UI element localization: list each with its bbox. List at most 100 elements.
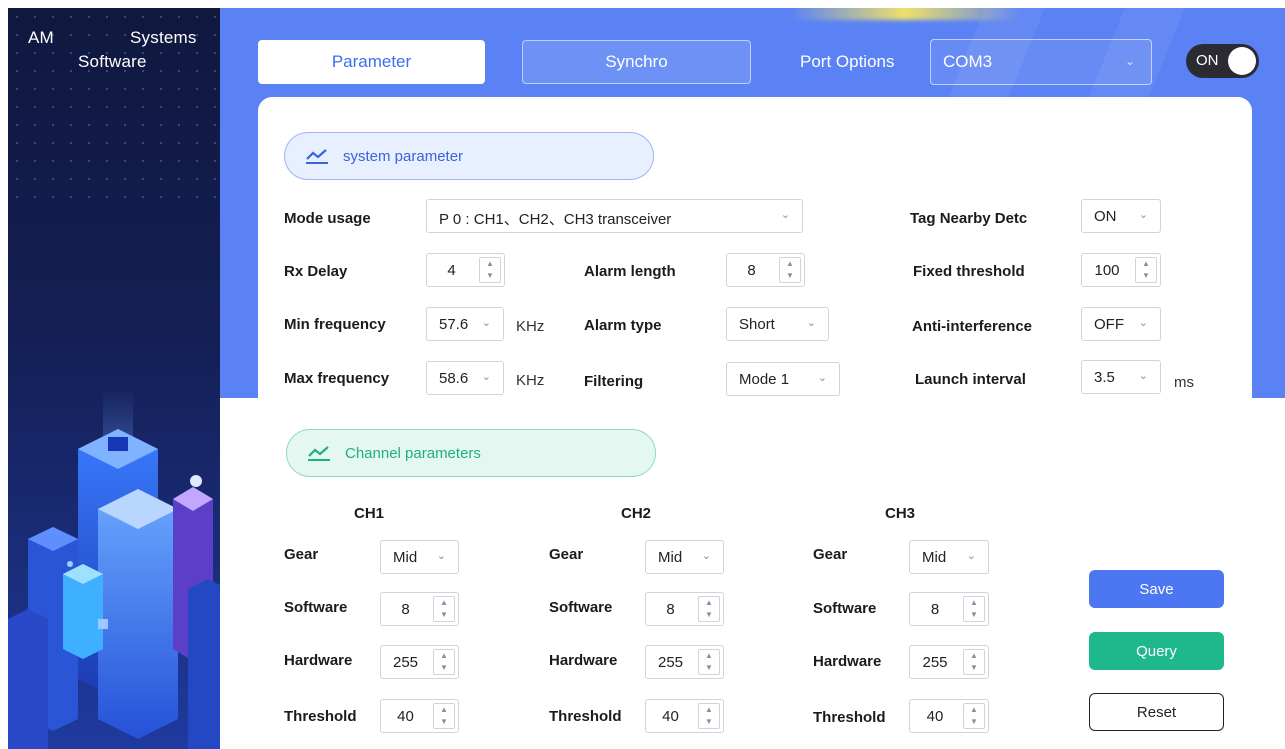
power-toggle[interactable]: ON	[1186, 44, 1259, 78]
spin-arrows-icon[interactable]: ▲ ▼	[433, 596, 455, 622]
chevron-down-icon: ⌄	[436, 550, 446, 562]
sidebar: AM Systems Software	[8, 8, 220, 749]
ch1-heading: CH1	[354, 505, 385, 522]
tag-nearby-select[interactable]: ON ⌄	[1081, 199, 1161, 233]
spin-arrows-icon[interactable]: ▲ ▼	[779, 257, 801, 283]
launch-interval-select[interactable]: 3.5 ⌄	[1081, 360, 1161, 394]
ch1-gear-select[interactable]: Mid ⌄	[380, 540, 459, 574]
ch3-software-stepper[interactable]: 8 ▲ ▼	[909, 592, 989, 626]
tab-parameter[interactable]: Parameter	[258, 40, 485, 84]
alarm-type-select[interactable]: Short ⌄	[726, 307, 829, 341]
min-frequency-select[interactable]: 57.6 ⌄	[426, 307, 504, 341]
trend-icon	[308, 446, 330, 461]
chevron-down-icon: ⌄	[481, 371, 491, 383]
filtering-label: Filtering	[584, 373, 644, 390]
ch3-hardware-stepper[interactable]: 255 ▲ ▼	[909, 645, 989, 679]
launch-interval-label: Launch interval	[915, 371, 1026, 388]
fixed-threshold-stepper[interactable]: 100 ▲ ▼	[1081, 253, 1161, 287]
spin-arrows-icon[interactable]: ▲ ▼	[698, 596, 720, 622]
alarm-length-stepper[interactable]: 8 ▲ ▼	[726, 253, 805, 287]
section-title: Channel parameters	[345, 444, 481, 462]
city-illustration	[8, 389, 220, 749]
spin-arrows-icon[interactable]: ▲ ▼	[698, 649, 720, 675]
spin-arrows-icon[interactable]: ▲ ▼	[1135, 257, 1157, 283]
section-header-channel: Channel parameters	[286, 429, 656, 477]
chevron-down-icon: ⌄	[1138, 370, 1148, 382]
power-toggle-label: ON	[1196, 52, 1219, 69]
alarm-type-label: Alarm type	[584, 317, 662, 334]
query-button[interactable]: Query	[1089, 632, 1224, 670]
ch2-software-stepper[interactable]: 8 ▲ ▼	[645, 592, 724, 626]
ch1-threshold-value: 40	[397, 708, 414, 725]
ch3-software-label: Software	[813, 600, 877, 617]
ch1-software-value: 8	[401, 601, 410, 618]
filtering-select[interactable]: Mode 1 ⌄	[726, 362, 840, 396]
spin-arrows-icon[interactable]: ▲ ▼	[433, 649, 455, 675]
port-select[interactable]: COM3 ⌄	[930, 39, 1152, 85]
anti-interference-label: Anti-interference	[912, 318, 1033, 335]
ch3-gear-label: Gear	[813, 546, 848, 563]
reset-button[interactable]: Reset	[1089, 693, 1224, 731]
save-button[interactable]: Save	[1089, 570, 1224, 608]
ch2-threshold-stepper[interactable]: 40 ▲ ▼	[645, 699, 724, 733]
alarm-length-label: Alarm length	[584, 263, 676, 280]
min-frequency-label: Min frequency	[284, 316, 386, 333]
spin-arrows-icon[interactable]: ▲ ▼	[963, 649, 985, 675]
anti-interference-value: OFF	[1094, 316, 1124, 333]
ch3-threshold-value: 40	[926, 708, 944, 725]
fixed-threshold-value: 100	[1094, 262, 1120, 279]
chevron-down-icon: ⌄	[806, 317, 816, 329]
chevron-down-icon: ⌄	[966, 550, 976, 562]
max-frequency-select[interactable]: 58.6 ⌄	[426, 361, 504, 395]
spin-arrows-icon[interactable]: ▲ ▼	[698, 703, 720, 729]
launch-interval-value: 3.5	[1094, 369, 1115, 386]
trend-icon	[306, 149, 328, 164]
rx-delay-value: 4	[447, 262, 456, 279]
spin-arrows-icon[interactable]: ▲ ▼	[433, 703, 455, 729]
ch2-hardware-stepper[interactable]: 255 ▲ ▼	[645, 645, 724, 679]
ch1-hardware-label: Hardware	[284, 652, 353, 669]
mode-usage-label: Mode usage	[284, 210, 371, 227]
ch3-threshold-label: Threshold	[813, 709, 886, 726]
tab-synchro[interactable]: Synchro	[522, 40, 751, 84]
ch1-software-stepper[interactable]: 8 ▲ ▼	[380, 592, 459, 626]
max-frequency-label: Max frequency	[284, 370, 390, 387]
mode-usage-select[interactable]: P 0 : CH1、CH2、CH3 transceiver ⌄	[426, 199, 803, 233]
tag-nearby-label: Tag Nearby Detc	[910, 210, 1028, 227]
ch3-gear-select[interactable]: Mid ⌄	[909, 540, 989, 574]
ch1-threshold-stepper[interactable]: 40 ▲ ▼	[380, 699, 459, 733]
min-frequency-value: 57.6	[439, 316, 469, 333]
mode-usage-value: P 0 : CH1、CH2、CH3 transceiver	[439, 211, 672, 228]
spin-arrows-icon[interactable]: ▲ ▼	[963, 703, 985, 729]
rx-delay-stepper[interactable]: 4 ▲ ▼	[426, 253, 505, 287]
port-options-label: Port Options	[800, 52, 895, 71]
ch3-threshold-stepper[interactable]: 40 ▲ ▼	[909, 699, 989, 733]
anti-interference-select[interactable]: OFF ⌄	[1081, 307, 1161, 341]
spin-arrows-icon[interactable]: ▲ ▼	[963, 596, 985, 622]
khz-unit: KHz	[516, 318, 545, 335]
ch1-hardware-stepper[interactable]: 255 ▲ ▼	[380, 645, 459, 679]
ch2-gear-select[interactable]: Mid ⌄	[645, 540, 724, 574]
chevron-down-icon: ⌄	[1124, 54, 1135, 68]
alarm-length-value: 8	[747, 262, 756, 279]
ch2-software-label: Software	[549, 599, 613, 616]
section-title: system parameter	[343, 147, 464, 165]
spin-arrows-icon[interactable]: ▲ ▼	[479, 257, 501, 283]
ch3-gear-value: Mid	[922, 549, 947, 566]
alarm-type-value: Short	[739, 316, 775, 333]
brand-am: AM	[28, 28, 54, 47]
ch3-software-value: 8	[930, 601, 940, 618]
chevron-down-icon: ⌄	[817, 372, 827, 384]
chevron-down-icon: ⌄	[701, 550, 711, 562]
section-header-system: system parameter	[284, 132, 654, 180]
brand-software: Software	[78, 52, 147, 71]
filtering-value: Mode 1	[739, 371, 790, 388]
ch3-hardware-label: Hardware	[813, 653, 882, 670]
brand-systems: Systems	[130, 28, 197, 47]
ch1-software-label: Software	[284, 599, 348, 616]
ch2-threshold-value: 40	[662, 708, 679, 725]
ch3-hardware-value: 255	[922, 654, 948, 671]
ch2-hardware-value: 255	[657, 654, 684, 671]
ch1-gear-value: Mid	[393, 549, 418, 566]
ch2-gear-value: Mid	[658, 549, 683, 566]
